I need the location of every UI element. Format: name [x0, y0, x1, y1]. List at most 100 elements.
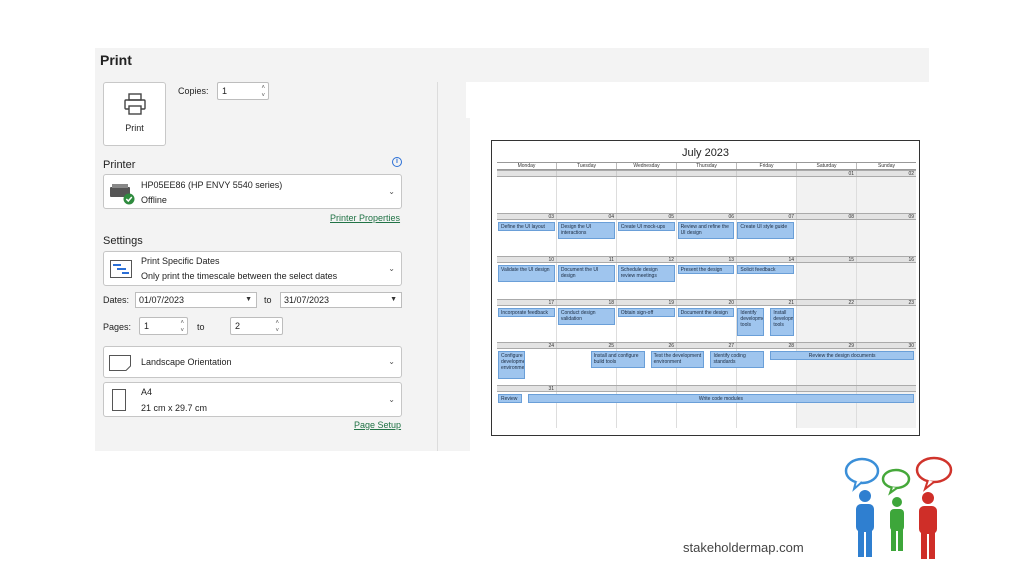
start-date-value: 01/07/2023 [139, 295, 185, 305]
calendar-month-title: July 2023 [681, 147, 730, 159]
day-number: 24 [548, 343, 554, 349]
pages-to-value: 2 [235, 321, 241, 331]
page-setup-link[interactable]: Page Setup [354, 420, 401, 430]
print-button[interactable]: Print [103, 82, 166, 146]
dropdown-arrow-icon[interactable]: ▼ [390, 296, 397, 303]
chevron-down-icon: ⌄ [388, 357, 395, 366]
day-number: 13 [676, 257, 736, 263]
day-number: 02 [856, 171, 916, 177]
day-cell [796, 263, 856, 299]
calendar-task-bar[interactable]: Present the design [677, 265, 735, 274]
end-date-field[interactable]: 31/07/2023 ▼ [280, 292, 402, 308]
stepper-arrows-icon[interactable]: ˄ ˅ [261, 84, 265, 100]
start-date-field[interactable]: 01/07/2023 ▼ [135, 292, 257, 308]
day-number: 08 [796, 214, 856, 220]
printer-name: HP05EE86 (HP ENVY 5540 series) [141, 180, 283, 190]
calendar-task-bar[interactable]: Define the UI layout [498, 222, 555, 231]
calendar-task-bar[interactable]: Identify development tools [737, 308, 765, 336]
day-number: 30 [856, 343, 916, 349]
calendar-task-bar[interactable]: Obtain sign-off [617, 308, 675, 317]
day-number: 23 [856, 300, 916, 306]
day-number: 07 [736, 214, 796, 220]
copies-stepper[interactable]: 1 ˄ ˅ [217, 82, 269, 100]
calendar-task-bar[interactable]: Review and refine the UI design [677, 222, 735, 239]
pages-label: Pages: [103, 322, 132, 332]
day-number: 19 [616, 300, 676, 306]
end-date-value: 31/07/2023 [284, 295, 330, 305]
brand-watermark: stakeholdermap.com [683, 540, 804, 555]
pages-from-value: 1 [144, 321, 150, 331]
day-cell [856, 306, 916, 342]
day-number [676, 386, 736, 391]
calendar-task-bar[interactable]: Identify coding standards [710, 351, 765, 368]
calendar-task-bar[interactable]: Design the UI interactions [557, 222, 615, 239]
day-cell [796, 220, 856, 256]
landscape-icon [109, 355, 131, 371]
copies-label: Copies: [178, 86, 209, 96]
day-number: 10 [548, 257, 554, 263]
timescale-dropdown[interactable]: Print Specific Dates Only print the time… [103, 251, 402, 286]
printer-icon [124, 93, 146, 115]
day-number-strip: 17 18 19 20 21 22 23 [497, 299, 916, 306]
copies-value: 1 [222, 86, 228, 96]
calendar-task-bar[interactable]: Configure development environment [498, 351, 525, 379]
calendar-task-bar[interactable]: Review the [498, 394, 522, 403]
calendar-task-bar[interactable]: Solicit feedback [737, 265, 795, 274]
calendar-task-bar[interactable]: Schedule design review meetings [617, 265, 675, 282]
info-icon[interactable]: i [392, 157, 402, 167]
weekday-label: Friday [736, 163, 796, 169]
calendar-task-bar[interactable]: Review the design documents [770, 351, 914, 360]
calendar-task-bar[interactable]: Install and configure build tools [590, 351, 645, 368]
day-cells [497, 177, 916, 213]
day-number: 21 [736, 300, 796, 306]
calendar-task-bar[interactable]: Incorporate feedback [498, 308, 555, 317]
dates-label: Dates: [103, 295, 130, 305]
calendar-task-bar[interactable]: Create UI style guide [737, 222, 795, 239]
stepper-arrows-icon[interactable]: ˄ ˅ [180, 319, 184, 335]
paper-size-dropdown[interactable]: A4 21 cm x 29.7 cm ⌄ [103, 382, 402, 417]
calendar-task-bar[interactable]: Create UI mock-ups [617, 222, 675, 231]
day-number [676, 171, 736, 176]
dropdown-arrow-icon[interactable]: ▼ [245, 296, 252, 303]
printer-section-label: Printer [103, 159, 136, 171]
day-number: 18 [556, 300, 616, 306]
day-number: 25 [556, 343, 616, 349]
day-cell [796, 306, 856, 342]
day-cell [856, 177, 916, 213]
settings-section-label: Settings [103, 235, 143, 247]
day-number [497, 171, 556, 176]
day-number: 15 [796, 257, 856, 263]
printer-status: Offline [141, 195, 167, 205]
print-button-label: Print [125, 123, 144, 133]
printer-dropdown[interactable]: HP05EE86 (HP ENVY 5540 series) Offline ⌄ [103, 174, 402, 209]
orientation-dropdown[interactable]: Landscape Orientation ⌄ [103, 346, 402, 378]
timescale-description: Only print the timescale between the sel… [141, 271, 338, 281]
calendar-task-bar[interactable]: Validate the UI design [498, 265, 555, 282]
day-number: 17 [548, 300, 554, 306]
paper-size-dimensions: 21 cm x 29.7 cm [141, 403, 208, 413]
day-number: 12 [616, 257, 676, 263]
calendar-task-bar[interactable]: Install development tools [770, 308, 795, 336]
day-number: 11 [556, 257, 616, 263]
day-cell [856, 263, 916, 299]
calendar-week-row: 24 25 26 27 28 29 30 [497, 342, 916, 385]
day-number: 31 [548, 386, 554, 392]
pages-from-stepper[interactable]: 1 ˄ ˅ [139, 317, 188, 335]
day-cell [736, 177, 796, 213]
calendar-task-bar[interactable]: Document the UI design [557, 265, 615, 282]
day-number: 16 [856, 257, 916, 263]
day-number: 26 [616, 343, 676, 349]
calendar-preview: July 2023 Monday Tuesday Wednesday Thursday… [491, 140, 920, 436]
day-number: 14 [736, 257, 796, 263]
calendar-task-bar[interactable]: Write code modules [527, 394, 914, 403]
pages-to-stepper[interactable]: 2 ˄ ˅ [230, 317, 283, 335]
printer-properties-link[interactable]: Printer Properties [330, 213, 400, 223]
dates-to-label: to [264, 295, 272, 305]
panel-divider [437, 82, 438, 451]
calendar-task-bar[interactable]: Document the design [677, 308, 735, 317]
weekday-header: Monday Tuesday Wednesday Thursday Friday Satu… [497, 162, 916, 170]
stepper-arrows-icon[interactable]: ˄ ˅ [275, 319, 279, 335]
day-number: 01 [796, 171, 856, 177]
calendar-task-bar[interactable]: Conduct design validation [557, 308, 615, 325]
calendar-task-bar[interactable]: Test the development environment [650, 351, 705, 368]
